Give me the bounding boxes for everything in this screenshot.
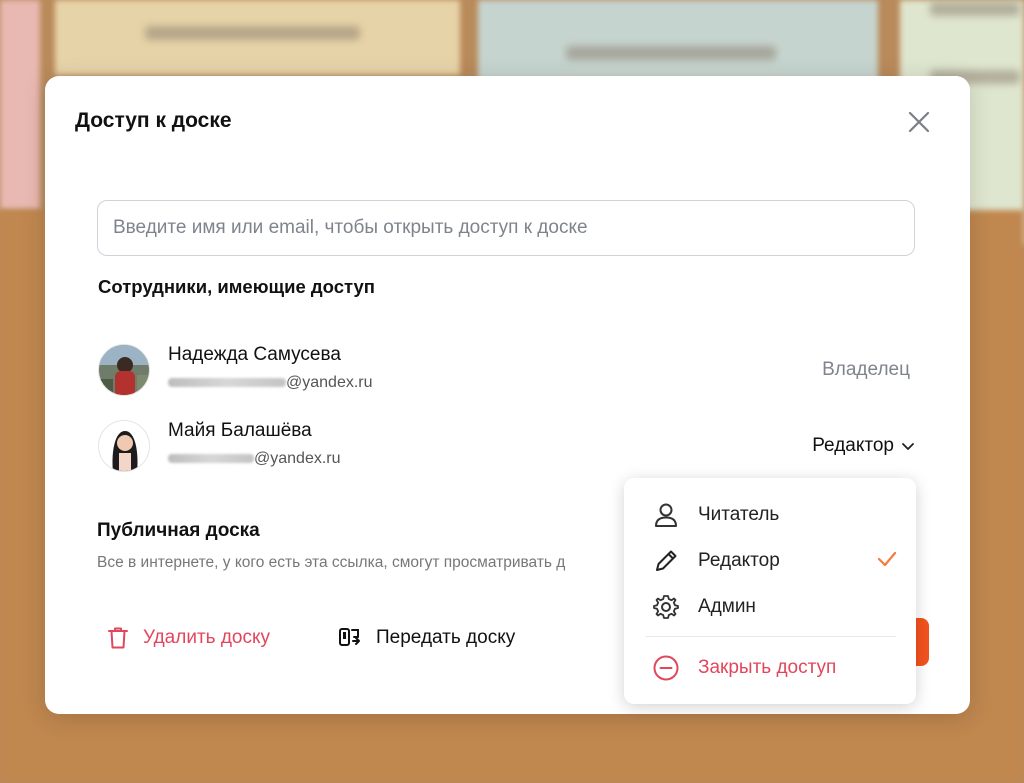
avatar <box>98 420 150 472</box>
members-section-title: Сотрудники, имеющие доступ <box>98 276 375 297</box>
primary-button-edge[interactable] <box>915 618 929 666</box>
user-icon <box>652 501 680 529</box>
trash-icon <box>108 627 128 649</box>
bg-blurred-label <box>930 2 1020 16</box>
member-email: @yandex.ru <box>168 450 341 468</box>
member-email: @yandex.ru <box>168 374 373 392</box>
member-email-domain: @yandex.ru <box>254 450 341 467</box>
minus-circle-icon <box>652 654 680 682</box>
dialog-title: Доступ к доске <box>75 109 232 132</box>
email-redaction <box>168 378 286 388</box>
member-row: Надежда Самусева @yandex.ru Владелец <box>98 344 928 400</box>
member-role: Владелец <box>822 359 910 380</box>
member-email-domain: @yandex.ru <box>286 374 373 391</box>
menu-item-admin[interactable]: Админ <box>624 585 916 629</box>
bg-blurred-label <box>566 46 776 60</box>
pencil-icon <box>652 547 680 575</box>
public-board-title: Публичная доска <box>97 520 260 541</box>
menu-item-revoke-access[interactable]: Закрыть доступ <box>624 646 916 690</box>
close-button[interactable] <box>903 106 935 138</box>
menu-item-label: Редактор <box>698 550 780 571</box>
menu-item-reader[interactable]: Читатель <box>624 493 916 537</box>
share-search-input[interactable] <box>97 200 915 256</box>
role-select[interactable]: Редактор <box>812 435 916 457</box>
avatar <box>98 344 150 396</box>
gear-icon <box>652 593 680 621</box>
bg-blurred-label <box>145 26 360 40</box>
chevron-down-icon <box>902 443 914 450</box>
member-name: Майя Балашёва <box>168 420 312 441</box>
delete-board-label: Удалить доску <box>143 627 270 648</box>
menu-divider <box>646 636 896 637</box>
menu-item-label: Закрыть доступ <box>698 657 837 678</box>
member-name: Надежда Самусева <box>168 344 341 365</box>
bg-column-blue <box>478 0 878 80</box>
transfer-board-button[interactable]: Передать доску <box>338 626 515 650</box>
email-redaction <box>168 454 254 464</box>
checkmark-icon <box>876 548 898 575</box>
transfer-board-label: Передать доску <box>376 627 516 648</box>
menu-item-label: Админ <box>698 596 756 617</box>
public-board-description: Все в интернете, у кого есть эта ссылка,… <box>97 554 566 571</box>
role-select-value: Редактор <box>812 435 894 456</box>
menu-item-editor[interactable]: Редактор <box>624 539 916 583</box>
delete-board-button[interactable]: Удалить доску <box>107 626 270 650</box>
bg-column-pink <box>0 0 40 210</box>
close-icon <box>908 111 930 133</box>
role-dropdown-menu: Читатель Редактор Админ Закрыть доступ <box>624 478 916 704</box>
member-row: Майя Балашёва @yandex.ru Редактор <box>98 420 928 476</box>
menu-item-label: Читатель <box>698 504 780 525</box>
transfer-board-icon <box>339 628 360 646</box>
